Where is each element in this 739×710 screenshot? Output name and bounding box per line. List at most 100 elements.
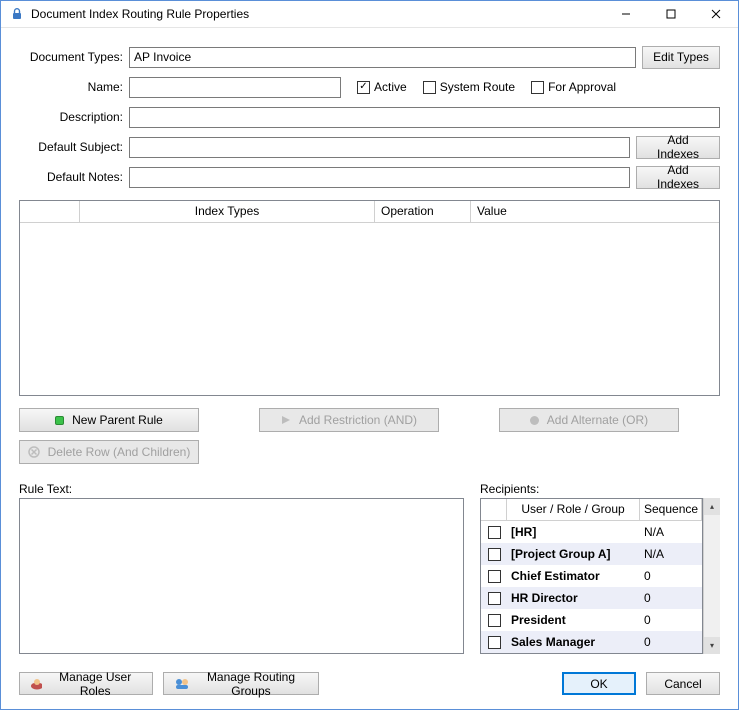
recipient-name: [Project Group A] [507,545,640,563]
minimize-button[interactable] [603,1,648,27]
cancel-button[interactable]: Cancel [646,672,720,695]
recipient-row[interactable]: Sales Manager0 [481,631,702,653]
recipient-name: Sales Manager [507,633,640,651]
checkbox-icon [488,614,501,627]
new-parent-rule-button[interactable]: New Parent Rule [19,408,199,432]
window-controls [603,1,738,27]
routing-groups-icon [174,678,188,690]
checkbox-icon [488,636,501,649]
user-role-icon [30,678,42,690]
grid-col-value[interactable]: Value [471,201,719,222]
maximize-button[interactable] [648,1,693,27]
active-label: Active [374,80,407,94]
recipient-name: Chief Estimator [507,567,640,585]
manage-user-roles-label: Manage User Roles [48,670,142,698]
recipient-checkbox[interactable] [481,546,507,563]
close-icon [711,9,721,19]
scroll-down-icon[interactable]: ▾ [704,637,720,654]
delete-row-label: Delete Row (And Children) [48,445,191,459]
add-alternate-button: Add Alternate (OR) [499,408,679,432]
default-subject-label: Default Subject: [19,140,123,154]
grid-col-operation[interactable]: Operation [375,201,471,222]
recipient-sequence: N/A [640,523,702,541]
recipient-row[interactable]: [HR]N/A [481,521,702,543]
add-alternate-label: Add Alternate (OR) [547,413,648,427]
name-field[interactable] [129,77,341,98]
recipient-row[interactable]: President0 [481,609,702,631]
recipient-checkbox[interactable] [481,590,507,607]
recipients-label: Recipients: [480,482,720,498]
close-button[interactable] [693,1,738,27]
manage-user-roles-button[interactable]: Manage User Roles [19,672,153,695]
checkbox-icon [488,570,501,583]
recipient-sequence: 0 [640,589,702,607]
add-restriction-label: Add Restriction (AND) [299,413,417,427]
dialog-window: Document Index Routing Rule Properties D… [0,0,739,710]
document-types-field[interactable] [129,47,636,68]
default-subject-field[interactable] [129,137,630,158]
active-checkbox[interactable]: ✓ Active [357,80,407,94]
name-label: Name: [19,80,123,94]
recipients-col-check[interactable] [481,499,507,521]
rules-grid-header: Index Types Operation Value [20,201,719,223]
circle-icon [530,416,539,425]
manage-routing-groups-label: Manage Routing Groups [194,670,308,698]
document-types-label: Document Types: [19,50,123,64]
recipient-name: [HR] [507,523,640,541]
recipient-sequence: N/A [640,545,702,563]
delete-row-button: Delete Row (And Children) [19,440,199,464]
delete-icon [28,446,40,458]
manage-routing-groups-button[interactable]: Manage Routing Groups [163,672,319,695]
rules-grid[interactable]: Index Types Operation Value [19,200,720,396]
window-title: Document Index Routing Rule Properties [31,7,603,21]
edit-types-button[interactable]: Edit Types [642,46,720,69]
square-green-icon [55,416,64,425]
maximize-icon [666,9,676,19]
grid-col-index-types[interactable]: Index Types [80,201,375,222]
titlebar: Document Index Routing Rule Properties [1,1,738,28]
scroll-up-icon[interactable]: ▴ [704,498,720,515]
default-notes-field[interactable] [129,167,630,188]
recipient-checkbox[interactable] [481,568,507,585]
recipient-name: HR Director [507,589,640,607]
checkbox-icon [423,81,436,94]
new-parent-rule-label: New Parent Rule [72,413,163,427]
add-indexes-subject-button[interactable]: Add Indexes [636,136,720,159]
recipient-checkbox[interactable] [481,524,507,541]
recipients-col-user[interactable]: User / Role / Group [507,499,640,521]
system-route-label: System Route [440,80,515,94]
recipients-col-sequence[interactable]: Sequence [640,499,702,521]
checkbox-icon: ✓ [357,81,370,94]
recipient-name: President [507,611,640,629]
system-route-checkbox[interactable]: System Route [423,80,515,94]
checkbox-icon [531,81,544,94]
minimize-icon [621,9,631,19]
description-field[interactable] [129,107,720,128]
play-icon [281,415,291,425]
recipients-scrollbar[interactable]: ▴ ▾ [703,498,720,654]
checkbox-icon [488,592,501,605]
add-indexes-notes-button[interactable]: Add Indexes [636,166,720,189]
recipient-row[interactable]: HR Director0 [481,587,702,609]
recipient-row[interactable]: Chief Estimator0 [481,565,702,587]
recipient-sequence: 0 [640,611,702,629]
rule-text-area[interactable] [19,499,464,654]
for-approval-label: For Approval [548,80,616,94]
dialog-content: Document Types: Edit Types Name: ✓ Activ… [1,28,738,709]
add-restriction-button: Add Restriction (AND) [259,408,439,432]
ok-button[interactable]: OK [562,672,636,695]
rule-text-label: Rule Text: [19,482,464,498]
recipients-body: [HR]N/A[Project Group A]N/AChief Estimat… [481,521,702,653]
grid-col-blank[interactable] [20,201,80,222]
scroll-track[interactable] [704,515,720,637]
checkbox-icon [488,548,501,561]
rules-grid-body [20,223,719,395]
for-approval-checkbox[interactable]: For Approval [531,80,616,94]
recipient-checkbox[interactable] [481,612,507,629]
recipients-grid[interactable]: User / Role / Group Sequence [HR]N/A[Pro… [480,498,703,654]
recipient-checkbox[interactable] [481,634,507,651]
recipient-sequence: 0 [640,567,702,585]
checkbox-icon [488,526,501,539]
recipient-row[interactable]: [Project Group A]N/A [481,543,702,565]
recipients-header: User / Role / Group Sequence [481,499,702,521]
